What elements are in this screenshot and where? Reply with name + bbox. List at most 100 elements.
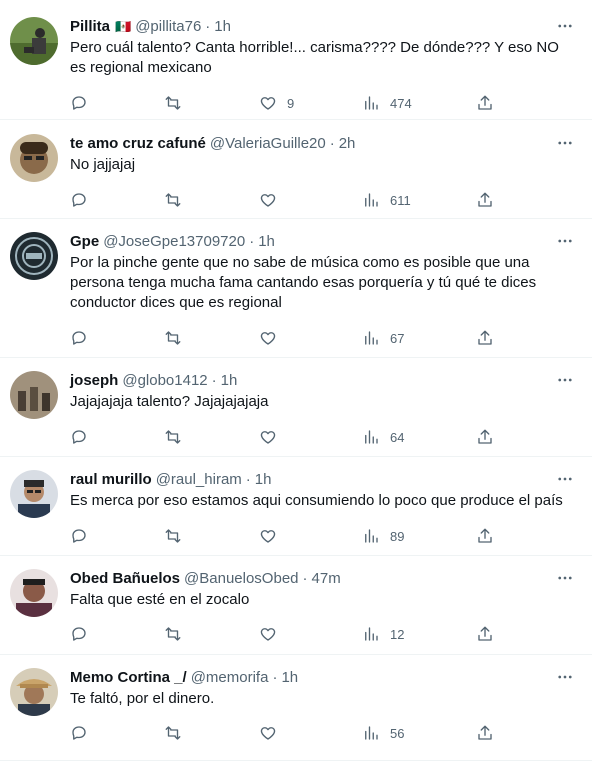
retweet-button[interactable] xyxy=(164,723,182,743)
retweet-button[interactable] xyxy=(164,190,182,210)
like-button[interactable] xyxy=(259,723,287,743)
reply-button[interactable] xyxy=(70,624,88,644)
timestamp[interactable]: 2h xyxy=(339,134,356,154)
avatar[interactable] xyxy=(10,668,58,716)
reply-button[interactable] xyxy=(70,723,88,743)
like-button[interactable] xyxy=(259,624,287,644)
like-button[interactable] xyxy=(259,190,287,210)
tweet-card[interactable]: te amo cruz cafuné @ValeriaGuille20 · 2h… xyxy=(0,120,592,219)
share-icon xyxy=(478,429,492,444)
view-count: 89 xyxy=(390,528,405,544)
avatar[interactable] xyxy=(10,232,58,280)
timestamp[interactable]: 47m xyxy=(312,569,341,589)
more-options-icon[interactable] xyxy=(554,15,576,37)
timestamp[interactable]: 1h xyxy=(214,17,231,37)
more-options-icon[interactable] xyxy=(554,132,576,154)
user-handle[interactable]: @BanuelosObed xyxy=(184,569,298,589)
reply-button[interactable] xyxy=(70,328,88,348)
views-button[interactable]: 56 xyxy=(362,723,404,743)
views-icon xyxy=(365,430,378,444)
avatar[interactable] xyxy=(10,569,58,617)
reply-button[interactable] xyxy=(70,427,88,447)
action-bar: 12 xyxy=(70,624,592,644)
tweet-text: Pero cuál talento? Canta horrible!... ca… xyxy=(70,39,559,76)
tweet-card[interactable]: Gpe @JoseGpe13709720 · 1h Por la pinche … xyxy=(0,219,592,358)
display-name[interactable]: raul murillo xyxy=(70,470,152,490)
display-name[interactable]: Gpe xyxy=(70,232,99,252)
reply-button[interactable] xyxy=(70,526,88,546)
share-icon xyxy=(478,528,492,543)
heart-icon xyxy=(260,431,276,444)
user-handle[interactable]: @pillita76 xyxy=(135,17,201,37)
share-button[interactable] xyxy=(476,624,494,644)
like-button[interactable]: 9 xyxy=(259,93,294,113)
retweet-button[interactable] xyxy=(164,427,182,447)
separator-dot: · xyxy=(329,135,335,152)
avatar[interactable] xyxy=(10,371,58,419)
share-icon xyxy=(478,192,492,207)
more-options-icon[interactable] xyxy=(554,230,576,252)
user-handle[interactable]: @JoseGpe13709720 xyxy=(103,232,245,252)
heart-icon xyxy=(260,97,276,110)
share-button[interactable] xyxy=(476,190,494,210)
user-handle[interactable]: @ValeriaGuille20 xyxy=(210,134,326,154)
avatar[interactable] xyxy=(10,17,58,65)
tweet-card[interactable]: Memo Cortina _/ @memorifa · 1h Te faltó,… xyxy=(0,655,592,761)
like-button[interactable] xyxy=(259,526,287,546)
more-options-icon[interactable] xyxy=(554,666,576,688)
share-button[interactable] xyxy=(476,427,494,447)
retweet-button[interactable] xyxy=(164,526,182,546)
views-button[interactable]: 67 xyxy=(362,328,404,348)
reply-icon xyxy=(72,193,86,207)
tweet-card[interactable]: Obed Bañuelos @BanuelosObed · 47m Falta … xyxy=(0,556,592,655)
timestamp[interactable]: 1h xyxy=(258,232,275,252)
more-options-icon[interactable] xyxy=(554,567,576,589)
timestamp[interactable]: 1h xyxy=(221,371,238,391)
views-button[interactable]: 64 xyxy=(362,427,404,447)
share-button[interactable] xyxy=(476,93,494,113)
share-button[interactable] xyxy=(476,328,494,348)
action-bar: 611 xyxy=(70,190,592,210)
retweet-button[interactable] xyxy=(164,328,182,348)
views-button[interactable]: 12 xyxy=(362,624,404,644)
user-handle[interactable]: @raul_hiram xyxy=(156,470,242,490)
timestamp[interactable]: 1h xyxy=(281,668,298,688)
retweet-button[interactable] xyxy=(164,624,182,644)
user-handle[interactable]: @globo1412 xyxy=(122,371,207,391)
views-button[interactable]: 474 xyxy=(362,93,412,113)
separator-dot: · xyxy=(302,570,308,587)
display-name[interactable]: Memo Cortina _/ xyxy=(70,668,187,688)
heart-icon xyxy=(260,628,276,641)
display-name[interactable]: joseph xyxy=(70,371,118,391)
tweet-card[interactable]: joseph @globo1412 · 1h Jajajajaja talent… xyxy=(0,358,592,457)
display-name[interactable]: te amo cruz cafuné xyxy=(70,134,206,154)
reply-button[interactable] xyxy=(70,93,88,113)
avatar[interactable] xyxy=(10,134,58,182)
user-handle[interactable]: @memorifa xyxy=(191,668,269,688)
more-options-icon[interactable] xyxy=(554,369,576,391)
mexico-flag-emoji: 🇲🇽 xyxy=(115,19,132,34)
share-icon xyxy=(478,725,492,740)
retweet-icon xyxy=(165,726,181,740)
display-name[interactable]: Obed Bañuelos xyxy=(70,569,180,589)
retweet-button[interactable] xyxy=(164,93,182,113)
share-button[interactable] xyxy=(476,723,494,743)
separator-dot: · xyxy=(272,669,278,686)
tweet-text: Jajajajaja talento? Jajajajajaja xyxy=(70,393,269,410)
views-button[interactable]: 611 xyxy=(362,190,411,210)
tweet-card[interactable]: raul murillo @raul_hiram · 1h Es merca p… xyxy=(0,457,592,556)
like-button[interactable] xyxy=(259,328,287,348)
more-options-icon[interactable] xyxy=(554,468,576,490)
display-name[interactable]: Pillita xyxy=(70,17,110,37)
timestamp[interactable]: 1h xyxy=(255,470,272,490)
like-button[interactable] xyxy=(259,427,287,447)
reply-button[interactable] xyxy=(70,190,88,210)
tweet-card[interactable]: Pillita 🇲🇽 @pillita76 · 1h Pero cuál tal… xyxy=(0,0,592,120)
avatar[interactable] xyxy=(10,470,58,518)
separator-dot: · xyxy=(245,471,251,488)
view-count: 64 xyxy=(390,429,405,445)
share-button[interactable] xyxy=(476,526,494,546)
views-button[interactable]: 89 xyxy=(362,526,404,546)
retweet-icon xyxy=(165,529,181,543)
share-icon xyxy=(478,330,492,345)
